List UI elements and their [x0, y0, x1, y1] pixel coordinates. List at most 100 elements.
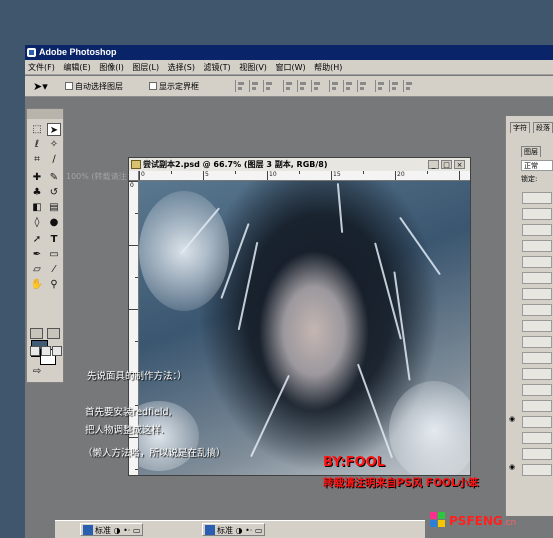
magic-wand-tool-icon[interactable]: ✧	[47, 138, 61, 151]
standard-screen-button[interactable]	[30, 346, 40, 356]
healing-brush-tool-icon[interactable]: ✚	[30, 171, 44, 184]
document-title: 尝试副本2.psd @ 66.7% (图层 3 副本, RGB/8)	[143, 160, 328, 169]
layer-row[interactable]	[522, 432, 552, 444]
align-bottom-icon[interactable]	[263, 80, 274, 92]
align-left-icon[interactable]	[283, 80, 294, 92]
marquee-tool-icon[interactable]: ⬚	[30, 123, 44, 136]
layer-row[interactable]	[522, 336, 552, 348]
menu-file[interactable]: 文件(F)	[25, 60, 58, 74]
ruler-tick	[135, 341, 138, 342]
taskbar-item[interactable]: 标准 ◑ •· ▭	[80, 523, 144, 536]
full-screen-menu-button[interactable]	[41, 346, 51, 356]
distribute-vcenter-icon[interactable]	[343, 80, 354, 92]
distribute-left-icon[interactable]	[375, 80, 386, 92]
notes-tool-icon[interactable]: ▱	[30, 263, 44, 276]
document-window: 尝试副本2.psd @ 66.7% (图层 3 副本, RGB/8) _ □ ×…	[128, 157, 471, 476]
hair-streak	[336, 183, 344, 233]
show-bounding-box-option[interactable]: 显示定界框	[149, 81, 199, 92]
blend-mode-select[interactable]: 正常	[521, 160, 553, 171]
brush-tool-icon[interactable]: ✎	[47, 171, 61, 184]
layer-row[interactable]	[522, 272, 552, 284]
menu-edit[interactable]: 编辑(E)	[60, 60, 93, 74]
zoom-tool-icon[interactable]: ⚲	[47, 278, 61, 291]
layer-row[interactable]	[522, 320, 552, 332]
layer-row[interactable]	[522, 352, 552, 364]
taskbar: 标准 ◑ •· ▭ 标准 ◑ •· ▭	[55, 520, 425, 538]
maximize-button[interactable]: □	[441, 160, 452, 169]
menu-select[interactable]: 选择(S)	[165, 60, 198, 74]
align-right-icon[interactable]	[311, 80, 322, 92]
eraser-tool-icon[interactable]: ◧	[30, 201, 44, 214]
bounding-box-checkbox[interactable]	[149, 82, 157, 90]
minimize-button[interactable]: _	[428, 160, 439, 169]
standard-mode-button[interactable]	[30, 328, 43, 339]
history-brush-tool-icon[interactable]: ↺	[47, 186, 61, 199]
menu-image[interactable]: 图像(I)	[96, 60, 127, 74]
menu-view[interactable]: 视图(V)	[236, 60, 270, 74]
layer-row[interactable]	[522, 368, 552, 380]
layers-panel-tab[interactable]: 图层	[521, 146, 541, 157]
distribute-right-icon[interactable]	[403, 80, 414, 92]
quick-mask-button[interactable]	[47, 328, 60, 339]
layer-row[interactable]	[522, 240, 552, 252]
menu-help[interactable]: 帮助(H)	[311, 60, 345, 74]
taskbar-item[interactable]: 标准 ◑ •· ▭	[202, 523, 266, 536]
slice-tool-icon[interactable]: ∕	[47, 153, 61, 166]
document-canvas[interactable]	[139, 181, 470, 475]
layer-row[interactable]	[522, 464, 552, 476]
layer-row[interactable]	[522, 256, 552, 268]
layer-row[interactable]	[522, 416, 552, 428]
layer-visibility-eye-icon[interactable]: ◉	[509, 464, 517, 471]
hand-tool-icon[interactable]: ✋	[30, 278, 44, 291]
layer-row[interactable]	[522, 288, 552, 300]
jump-to-imageready-icon[interactable]: ⇨	[30, 365, 44, 378]
tutorial-line-4: （懒人方法哈，所以说是在乱搞）	[83, 448, 226, 459]
layer-row[interactable]	[522, 192, 552, 204]
ruler-tick	[459, 171, 460, 180]
close-button[interactable]: ×	[454, 160, 465, 169]
pen-tool-icon[interactable]: ✒	[30, 248, 44, 261]
dodge-tool-icon[interactable]: ●	[47, 216, 61, 229]
layer-row[interactable]	[522, 304, 552, 316]
ruler-origin[interactable]	[129, 171, 139, 181]
full-screen-button[interactable]	[52, 346, 62, 356]
toolbox-header[interactable]	[27, 109, 63, 119]
auto-select-checkbox[interactable]	[65, 82, 73, 90]
clone-stamp-tool-icon[interactable]: ♣	[30, 186, 44, 199]
ruler-tick	[139, 171, 140, 180]
align-hcenter-icon[interactable]	[297, 80, 308, 92]
lasso-tool-icon[interactable]: ℓ	[30, 138, 44, 151]
document-titlebar[interactable]: 尝试副本2.psd @ 66.7% (图层 3 副本, RGB/8)	[129, 158, 470, 171]
taskbar-item-label: 标准	[95, 526, 111, 535]
layer-row[interactable]	[522, 208, 552, 220]
menu-window[interactable]: 窗口(W)	[272, 60, 308, 74]
path-selection-tool-icon[interactable]: ➚	[30, 233, 44, 246]
blur-tool-icon[interactable]: ◊	[30, 216, 44, 229]
menu-filter[interactable]: 滤镜(T)	[201, 60, 234, 74]
shape-tool-icon[interactable]: ▭	[47, 248, 61, 261]
ruler-tick	[331, 171, 332, 180]
menu-layer[interactable]: 图层(L)	[129, 60, 162, 74]
character-panel-tab[interactable]: 字符	[510, 122, 530, 133]
move-tool-preset-icon[interactable]: ➤▾	[33, 81, 48, 92]
type-tool-icon[interactable]: T	[47, 233, 61, 246]
menubar: 文件(F) 编辑(E) 图像(I) 图层(L) 选择(S) 滤镜(T) 视图(V…	[25, 60, 553, 75]
eyedropper-tool-icon[interactable]: ⁄	[47, 263, 61, 276]
layer-row[interactable]	[522, 224, 552, 236]
app-title: Adobe Photoshop	[39, 47, 117, 57]
distribute-bottom-icon[interactable]	[357, 80, 368, 92]
paragraph-panel-tab[interactable]: 段落	[533, 122, 553, 133]
layer-visibility-eye-icon[interactable]: ◉	[509, 416, 517, 423]
distribute-top-icon[interactable]	[329, 80, 340, 92]
layer-row[interactable]	[522, 400, 552, 412]
distribute-hcenter-icon[interactable]	[389, 80, 400, 92]
crop-tool-icon[interactable]: ⌗	[30, 153, 44, 166]
move-tool-icon[interactable]: ➤	[47, 123, 61, 136]
align-top-icon[interactable]	[235, 80, 246, 92]
auto-select-layer-option[interactable]: 自动选择图层	[65, 81, 123, 92]
align-vcenter-icon[interactable]	[249, 80, 260, 92]
gradient-tool-icon[interactable]: ▤	[47, 201, 61, 214]
layer-row[interactable]	[522, 384, 552, 396]
horizontal-ruler[interactable]: 0 5 10 15 20	[139, 171, 470, 181]
layer-row[interactable]	[522, 448, 552, 460]
